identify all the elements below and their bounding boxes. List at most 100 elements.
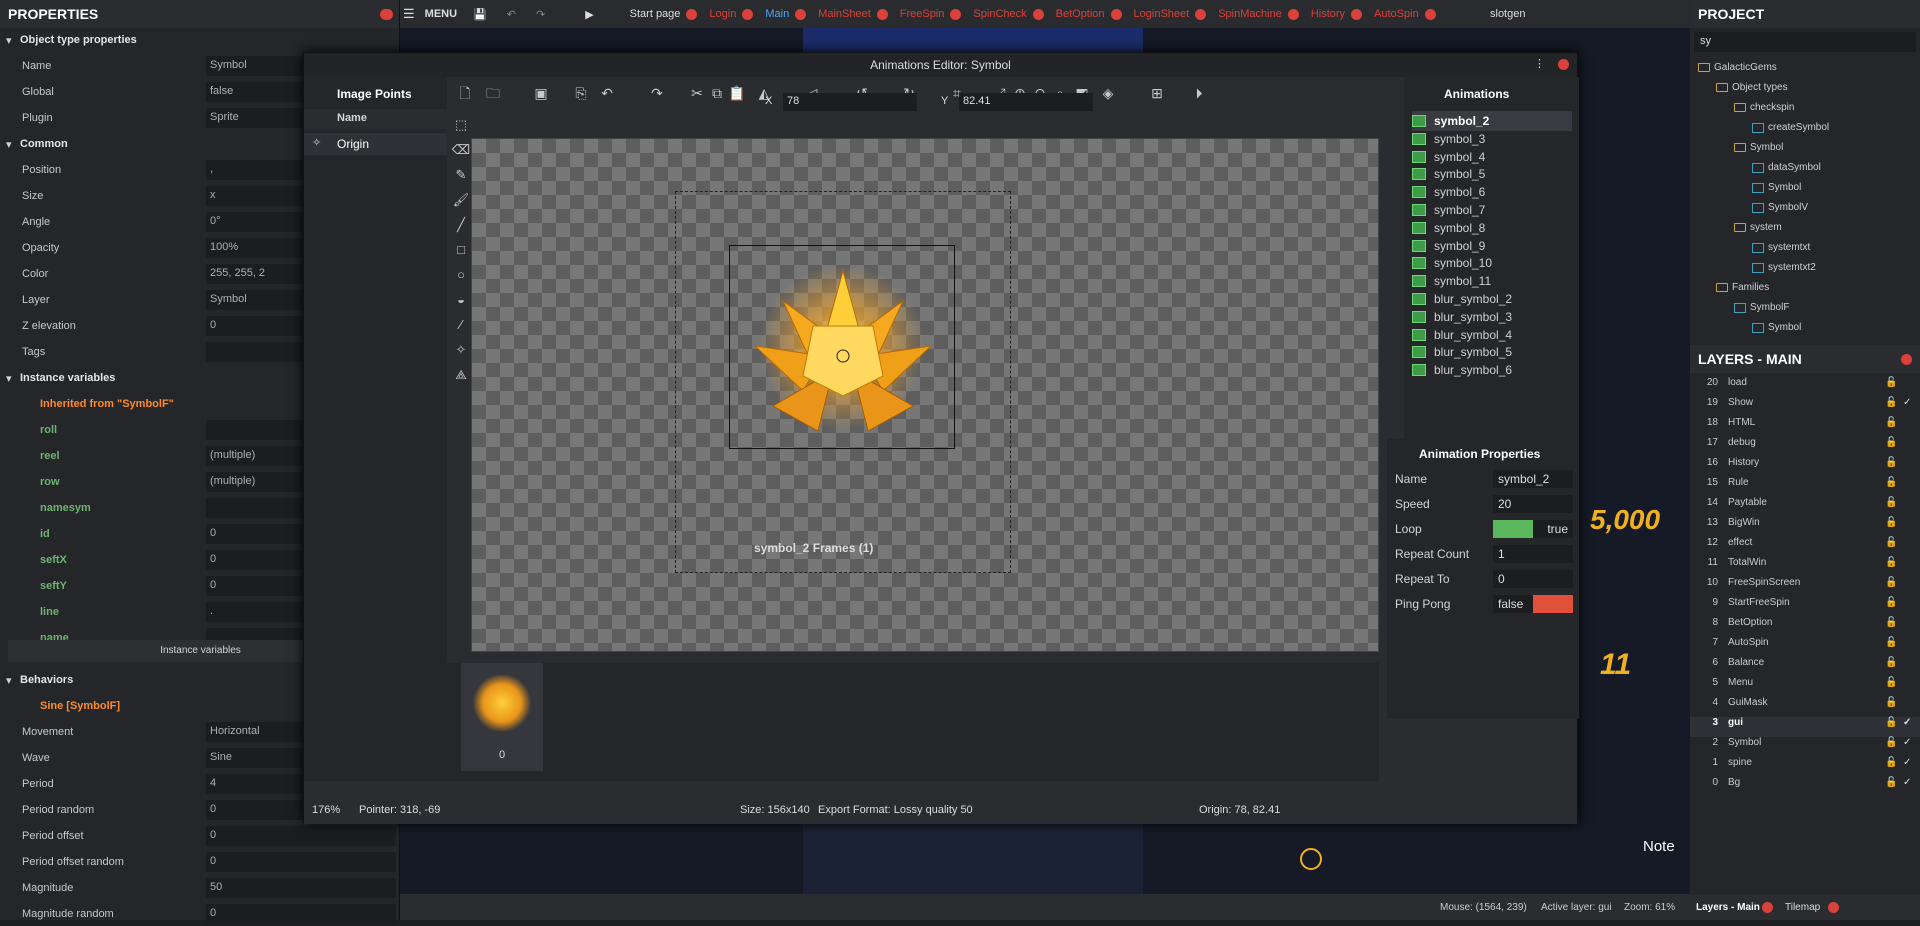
eyedropper-tool-icon[interactable]: ⁄	[451, 315, 471, 335]
origin-point-row[interactable]: ✧ Origin	[304, 133, 447, 155]
project-tree-item[interactable]: checkspin	[1734, 102, 1794, 113]
close-icon[interactable]	[876, 8, 888, 20]
close-icon[interactable]	[1558, 59, 1569, 70]
menu-button[interactable]: MENU	[425, 8, 457, 20]
lock-icon[interactable]: 🔓	[1885, 637, 1897, 648]
collision-tool-icon[interactable]: ⟁	[451, 365, 471, 385]
close-icon[interactable]	[382, 8, 393, 20]
project-tree-item[interactable]: GalacticGems	[1698, 62, 1777, 73]
layout-tab[interactable]: LoginSheet	[1128, 0, 1213, 28]
lock-icon[interactable]: 🔓	[1885, 537, 1897, 548]
ping-pong-toggle[interactable]: false	[1493, 595, 1573, 613]
play-icon[interactable]: ▶	[585, 8, 593, 21]
layer-row[interactable]: 4 GuiMask 🔓	[1690, 697, 1920, 717]
save-icon[interactable]: ▣	[531, 83, 551, 103]
layer-row[interactable]: 1 spine 🔓 ✓	[1690, 757, 1920, 777]
lock-icon[interactable]: 🔓	[1885, 417, 1897, 428]
close-icon[interactable]	[1110, 8, 1122, 20]
close-icon[interactable]	[1762, 902, 1773, 913]
close-icon[interactable]	[1195, 8, 1207, 20]
layout-tab[interactable]: FreeSpin	[894, 0, 968, 28]
lock-icon[interactable]: 🔓	[1885, 777, 1897, 788]
project-tree-item[interactable]: Symbol	[1752, 322, 1801, 333]
x-input[interactable]: 78	[783, 93, 917, 111]
repeat-to-input[interactable]: 0	[1493, 570, 1573, 588]
collapse-icon[interactable]: ▾	[6, 138, 12, 151]
save-icon[interactable]: 💾	[473, 8, 487, 21]
project-tree-item[interactable]: systemtxt2	[1752, 262, 1816, 273]
project-tree-item[interactable]: system	[1734, 222, 1782, 233]
copy-icon[interactable]: ⧉	[707, 83, 727, 103]
close-icon[interactable]	[1901, 353, 1912, 365]
close-icon[interactable]	[1351, 8, 1363, 20]
lock-icon[interactable]: 🔓	[1885, 717, 1897, 728]
lock-icon[interactable]: 🔓	[1885, 377, 1897, 388]
close-icon[interactable]	[1828, 902, 1839, 913]
close-icon[interactable]	[1287, 8, 1299, 20]
user-name[interactable]: slotgen	[1490, 8, 1525, 20]
layout-tab[interactable]: Main	[759, 0, 812, 28]
select-tool-icon[interactable]: ⬚	[451, 115, 471, 135]
project-tree-item[interactable]: systemtxt	[1752, 242, 1810, 253]
grid-icon[interactable]: ⊞	[1147, 83, 1167, 103]
project-tree-item[interactable]: dataSymbol	[1752, 162, 1821, 173]
layer-row[interactable]: 18 HTML 🔓	[1690, 417, 1920, 437]
lock-icon[interactable]: 🔓	[1885, 597, 1897, 608]
layout-tab[interactable]: BetOption	[1050, 0, 1128, 28]
collapse-icon[interactable]: ▾	[6, 674, 12, 687]
layer-row[interactable]: 20 load 🔓	[1690, 377, 1920, 397]
speed-input[interactable]: 20	[1493, 495, 1573, 513]
layer-row[interactable]: 8 BetOption 🔓	[1690, 617, 1920, 637]
collapse-icon[interactable]: ▾	[6, 34, 12, 47]
new-icon[interactable]: 🗋	[455, 83, 475, 103]
visibility-checkbox[interactable]: ✓	[1903, 757, 1911, 768]
menu-icon[interactable]: ☰	[403, 6, 415, 22]
frame-thumbnail[interactable]: 0	[461, 663, 543, 771]
layer-row[interactable]: 17 debug 🔓	[1690, 437, 1920, 457]
close-icon[interactable]	[1032, 8, 1044, 20]
lock-icon[interactable]: 🔓	[1885, 477, 1897, 488]
eraser-tool-icon[interactable]: ⌫	[451, 140, 471, 160]
layer-row[interactable]: 9 StartFreeSpin 🔓	[1690, 597, 1920, 617]
project-tree-item[interactable]: SymbolF	[1734, 302, 1789, 313]
line-tool-icon[interactable]: ╱	[451, 215, 471, 235]
layer-row[interactable]: 7 AutoSpin 🔓	[1690, 637, 1920, 657]
animation-item[interactable]: blur_symbol_6	[1412, 360, 1572, 380]
layer-row[interactable]: 14 Paytable 🔓	[1690, 497, 1920, 517]
visibility-checkbox[interactable]: ✓	[1903, 717, 1911, 728]
lock-icon[interactable]: 🔓	[1885, 577, 1897, 588]
layer-row[interactable]: 10 FreeSpinScreen 🔓	[1690, 577, 1920, 597]
property-value[interactable]: 0	[206, 826, 396, 846]
name-input[interactable]: symbol_2	[1493, 470, 1573, 488]
layer-row[interactable]: 11 TotalWin 🔓	[1690, 557, 1920, 577]
pencil-tool-icon[interactable]: ✎	[451, 165, 471, 185]
property-value[interactable]: 50	[206, 878, 396, 898]
project-tree-item[interactable]: Families	[1716, 282, 1769, 293]
layer-row[interactable]: 16 History 🔓	[1690, 457, 1920, 477]
repeat-count-input[interactable]: 1	[1493, 545, 1573, 563]
lock-icon[interactable]: 🔓	[1885, 677, 1897, 688]
layer-row[interactable]: 19 Show 🔓 ✓	[1690, 397, 1920, 417]
visibility-checkbox[interactable]: ✓	[1903, 777, 1911, 788]
project-tree-item[interactable]: SymbolV	[1752, 202, 1808, 213]
image-point-tool-icon[interactable]: ✧	[451, 340, 471, 360]
redo-icon[interactable]: ↷	[536, 8, 545, 21]
layer-row[interactable]: 12 effect 🔓	[1690, 537, 1920, 557]
lock-icon[interactable]: 🔓	[1885, 617, 1897, 628]
lock-icon[interactable]: 🔓	[1885, 437, 1897, 448]
layout-tab[interactable]: Start page	[624, 0, 704, 28]
brush-tool-icon[interactable]: 🖌	[451, 190, 471, 210]
visibility-checkbox[interactable]: ✓	[1903, 397, 1911, 408]
rectangle-tool-icon[interactable]: □	[451, 240, 471, 260]
lock-icon[interactable]: 🔓	[1885, 397, 1897, 408]
layer-row[interactable]: 5 Menu 🔓	[1690, 677, 1920, 697]
layout-tab[interactable]: History	[1305, 0, 1368, 28]
y-input[interactable]: 82.41	[959, 93, 1093, 111]
tab-layers-main[interactable]: Layers - Main	[1696, 902, 1760, 913]
lock-icon[interactable]: 🔓	[1885, 657, 1897, 668]
lock-icon[interactable]: 🔓	[1885, 457, 1897, 468]
ellipse-tool-icon[interactable]: ○	[451, 265, 471, 285]
close-icon[interactable]	[1424, 8, 1436, 20]
cut-icon[interactable]: ✂	[687, 83, 707, 103]
preview-icon[interactable]: ⏵	[1189, 83, 1209, 103]
